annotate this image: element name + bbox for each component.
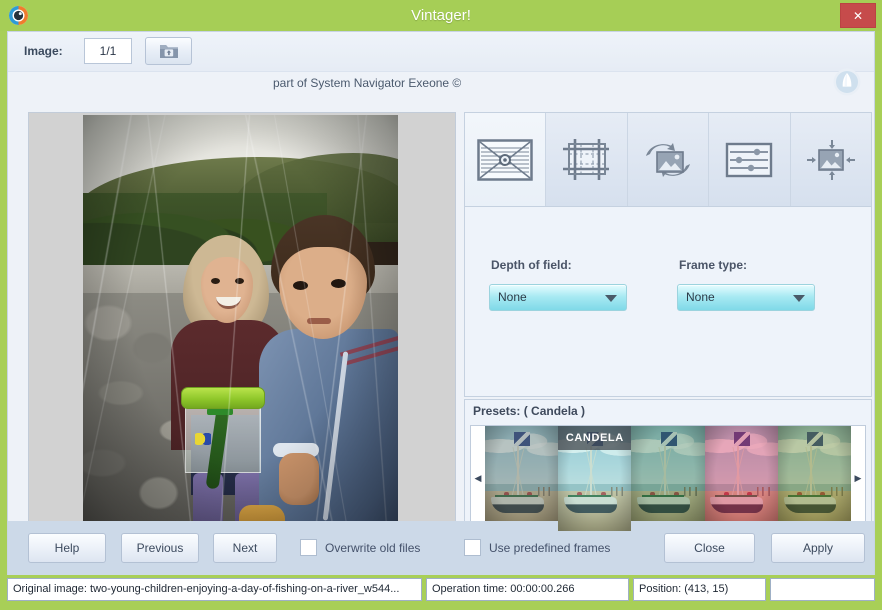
apply-button[interactable]: Apply [771,533,865,563]
thumb-vignette [631,426,705,531]
presets-carousel: ◀ CANDELA ▶ [470,425,866,532]
overwrite-old-files-label: Overwrite old files [325,540,421,555]
crop-grid-icon [561,138,613,182]
action-bar: Help Previous Next Overwrite old files U… [7,521,875,575]
status-original-image: Original image: two-young-children-enjoy… [7,578,422,601]
chevron-down-icon [793,295,805,302]
status-cursor-position: Position: (413, 15) [633,578,766,601]
next-button[interactable]: Next [213,533,277,563]
frame-type-label: Frame type: [679,258,748,272]
photo-girl-eye-left [211,278,220,284]
preset-candela[interactable]: CANDELA [558,426,632,531]
presets-next-arrow[interactable]: ▶ [851,473,865,484]
resize-image-icon [805,138,857,182]
effect-tab-strip [464,112,872,207]
window-title: Vintager! [411,7,471,24]
depth-of-field-value: None [498,290,527,304]
tab-resize[interactable] [790,113,872,206]
status-extra-cell [770,578,875,601]
photo-bucket-lid [181,387,265,409]
preset-1[interactable] [485,426,559,531]
overwrite-old-files-checkbox[interactable]: Overwrite old files [300,539,420,556]
tab-depth-of-field[interactable] [465,113,547,206]
open-folder-icon [159,42,179,60]
preset-3[interactable] [631,426,705,531]
open-file-button[interactable] [145,37,192,65]
image-counter-field[interactable]: 1/1 [84,38,132,64]
chevron-down-icon [605,295,617,302]
presets-title: Presets: ( Candela ) [473,404,586,418]
rotate-image-icon [642,138,694,182]
status-bar: Original image: two-young-children-enjoy… [7,578,875,602]
image-preview-panel[interactable] [28,112,456,537]
photo-boy-mouth [307,318,331,324]
checkbox-box[interactable] [464,539,481,556]
photo-girl-eye-right [235,278,244,284]
thumb-vignette [777,426,851,531]
preset-name-label: CANDELA [558,426,632,450]
preset-5[interactable] [777,426,851,531]
preview-image[interactable] [83,115,398,535]
photo-butterfly-decal [195,433,211,445]
close-window-button[interactable]: ✕ [840,3,876,28]
thumb-vignette [704,426,778,531]
vignette-frame-icon [477,138,533,181]
checkbox-box[interactable] [300,539,317,556]
frame-type-value: None [686,290,715,304]
depth-of-field-select[interactable]: None [489,284,627,311]
status-operation-time: Operation time: 00:00:00.266 [426,578,629,601]
client-area: Image: 1/1 part of System Navigator Exeo… [7,31,875,575]
presets-prev-arrow[interactable]: ◀ [471,473,485,484]
sail-logo-icon [833,68,861,96]
use-predefined-frames-checkbox[interactable]: Use predefined frames [464,539,610,556]
photo-boy-hand [279,453,319,505]
tab-adjust[interactable] [709,113,791,206]
image-label: Image: [24,44,63,58]
presets-thumb-list: CANDELA [485,426,851,531]
help-button[interactable]: Help [28,533,106,563]
sliders-image-icon [723,140,775,180]
title-bar: Vintager! ✕ [0,0,882,31]
frame-type-select[interactable]: None [677,284,815,311]
app-subtitle: part of System Navigator Exeone © [273,76,462,90]
presets-panel: Presets: ( Candela ) ◀ CANDELA ▶ [464,399,872,537]
preset-4[interactable] [704,426,778,531]
photo-boy-eye-right [331,279,346,288]
toolbar-header [8,32,874,72]
close-dialog-button[interactable]: Close [664,533,755,563]
previous-button[interactable]: Previous [121,533,199,563]
depth-of-field-label: Depth of field: [491,258,572,272]
thumb-vignette [485,426,559,531]
use-predefined-frames-label: Use predefined frames [489,540,611,555]
photo-boy-eye-left [293,281,308,290]
tab-rotate[interactable] [627,113,710,206]
effect-options-panel: Depth of field: None Frame type: None [464,207,872,397]
tab-crop[interactable] [546,113,628,206]
app-window: Vintager! ✕ Image: 1/1 part of System Na… [0,0,882,610]
